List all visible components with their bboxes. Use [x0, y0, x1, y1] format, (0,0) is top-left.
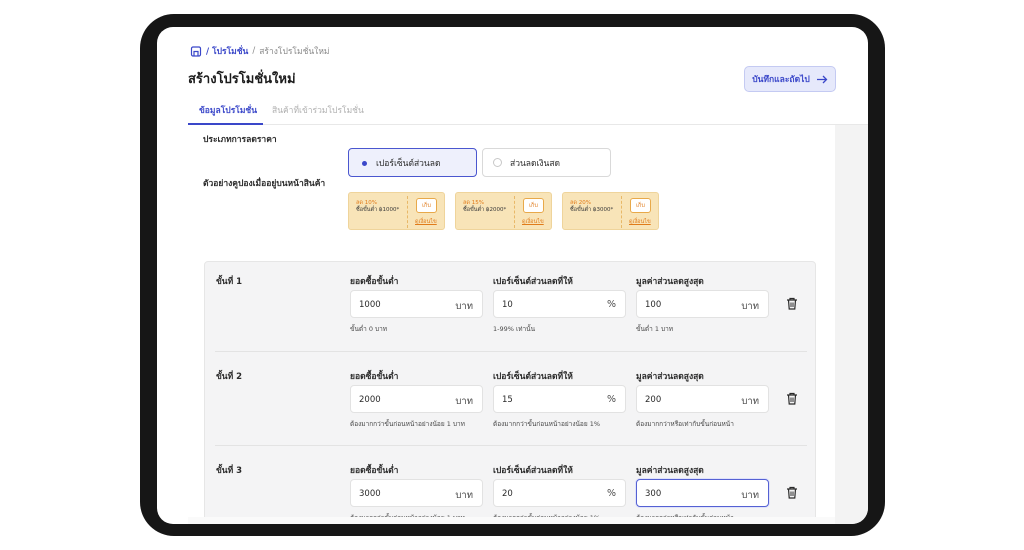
- breadcrumb: / โปรโมชั่น / สร้างโปรโมชั่นใหม่: [190, 44, 330, 58]
- radio-cash-discount[interactable]: ส่วนลดเงินสด: [482, 148, 611, 177]
- page-title: สร้างโปรโมชั่นใหม่: [188, 72, 296, 87]
- coupon-preview-label: ตัวอย่างคูปองเมื่ออยู่บนหน้าสินค้า: [203, 179, 326, 189]
- min-spend-input[interactable]: 1000 บาท: [350, 290, 483, 318]
- coupon-perforation: [514, 196, 515, 228]
- tier-row: ขั้นที่ 3 ยอดซื้อขั้นต่ำ 3000 บาท ต้องมา…: [205, 451, 817, 524]
- min-spend-hint: ต้องมากกว่าขั้นก่อนหน้าอย่างน้อย 1 บาท: [350, 420, 465, 428]
- percent-unit: %: [606, 488, 616, 499]
- radio-percent-discount[interactable]: เปอร์เซ็นต์ส่วนลด: [348, 148, 477, 177]
- min-spend-label: ยอดซื้อขั้นต่ำ: [350, 466, 399, 476]
- min-spend-value: 1000: [359, 300, 381, 310]
- radio-cash-label: ส่วนลดเงินสด: [510, 158, 561, 169]
- coupon-terms-link: ดูเงื่อนไข: [522, 219, 544, 225]
- save-button-label: บันทึกและถัดไป: [752, 75, 810, 85]
- form-content: ประเภทการลดราคา เปอร์เซ็นต์ส่วนลด ส่วนลด…: [188, 125, 835, 524]
- discount-percent-hint: ต้องมากกว่าขั้นก่อนหน้าอย่างน้อย 1%: [493, 420, 601, 428]
- tier-row: ขั้นที่ 1 ยอดซื้อขั้นต่ำ 1000 บาท ขั้นต่…: [205, 262, 817, 357]
- discount-type-label: ประเภทการลดราคา: [203, 135, 277, 145]
- min-spend-input[interactable]: 2000 บาท: [350, 385, 483, 413]
- coupon-terms-link: ดูเงื่อนไข: [415, 219, 437, 225]
- coupon-keep-button: เก็บ: [630, 198, 651, 213]
- coupon-keep-button: เก็บ: [416, 198, 437, 213]
- tier-divider: [215, 445, 807, 446]
- tier-label: ขั้นที่ 3: [216, 466, 243, 476]
- discount-percent-label: เปอร์เซ็นต์ส่วนลดที่ให้: [493, 372, 573, 382]
- discount-percent-input[interactable]: 10 %: [493, 290, 626, 318]
- coupon-keep-button: เก็บ: [523, 198, 544, 213]
- baht-unit: บาท: [741, 396, 759, 407]
- breadcrumb-separator: /: [252, 46, 256, 56]
- percent-unit: %: [606, 299, 616, 310]
- trash-icon[interactable]: [786, 297, 798, 310]
- coupon-min-spend: ซื้อขั้นต่ำ ฿1000*: [356, 207, 400, 213]
- save-and-next-button[interactable]: บันทึกและถัดไป: [744, 66, 836, 92]
- max-discount-label: มูลค่าส่วนลดสูงสุด: [636, 372, 704, 382]
- tier-row: ขั้นที่ 2 ยอดซื้อขั้นต่ำ 2000 บาท ต้องมา…: [205, 357, 817, 452]
- max-discount-label: มูลค่าส่วนลดสูงสุด: [636, 277, 704, 287]
- baht-unit: บาท: [455, 490, 473, 501]
- discount-percent-hint: 1-99% เท่านั้น: [493, 325, 536, 333]
- breadcrumb-current: สร้างโปรโมชั่นใหม่: [259, 47, 330, 57]
- store-icon[interactable]: [190, 45, 202, 57]
- coupon-card: ลด 10% ซื้อขั้นต่ำ ฿1000* เก็บ ดูเงื่อนไ…: [348, 192, 445, 230]
- tab-participating-products[interactable]: สินค้าที่เข้าร่วมโปรโมชั่น: [272, 104, 364, 125]
- discount-percent-value: 10: [502, 300, 513, 310]
- coupon-min-spend: ซื้อขั้นต่ำ ฿3000*: [570, 207, 614, 213]
- discount-percent-value: 15: [502, 395, 513, 405]
- coupon-card: ลด 20% ซื้อขั้นต่ำ ฿3000* เก็บ ดูเงื่อนไ…: [562, 192, 659, 230]
- max-discount-value: 200: [645, 395, 662, 405]
- max-discount-input[interactable]: 200 บาท: [636, 385, 769, 413]
- discount-percent-input[interactable]: 15 %: [493, 385, 626, 413]
- min-spend-input[interactable]: 3000 บาท: [350, 479, 483, 507]
- tier-label: ขั้นที่ 2: [216, 372, 243, 382]
- content-bottom-edge: [188, 517, 835, 524]
- breadcrumb-link-promotions[interactable]: / โปรโมชั่น: [206, 44, 248, 58]
- baht-unit: บาท: [741, 301, 759, 312]
- trash-icon[interactable]: [786, 486, 798, 499]
- max-discount-hint: ขั้นต่ำ 1 บาท: [636, 325, 674, 333]
- app-screen: / โปรโมชั่น / สร้างโปรโมชั่นใหม่ สร้างโป…: [157, 27, 868, 524]
- tier-divider: [215, 351, 807, 352]
- max-discount-input[interactable]: 100 บาท: [636, 290, 769, 318]
- min-spend-label: ยอดซื้อขั้นต่ำ: [350, 372, 399, 382]
- tablet-frame: / โปรโมชั่น / สร้างโปรโมชั่นใหม่ สร้างโป…: [140, 14, 885, 536]
- discount-percent-label: เปอร์เซ็นต์ส่วนลดที่ให้: [493, 466, 573, 476]
- tier-label: ขั้นที่ 1: [216, 277, 243, 287]
- max-discount-input[interactable]: 300 บาท: [636, 479, 769, 507]
- arrow-right-icon: [816, 75, 828, 83]
- baht-unit: บาท: [455, 301, 473, 312]
- tab-bar: ข้อมูลโปรโมชั่น สินค้าที่เข้าร่วมโปรโมชั…: [188, 104, 868, 125]
- trash-icon[interactable]: [786, 392, 798, 405]
- coupon-perforation: [407, 196, 408, 228]
- coupon-perforation: [621, 196, 622, 228]
- tab-promotion-info[interactable]: ข้อมูลโปรโมชั่น: [188, 104, 263, 125]
- tier-panel: ขั้นที่ 1 ยอดซื้อขั้นต่ำ 1000 บาท ขั้นต่…: [204, 261, 816, 524]
- min-spend-value: 2000: [359, 395, 381, 405]
- min-spend-hint: ขั้นต่ำ 0 บาท: [350, 325, 388, 333]
- radio-percent-label: เปอร์เซ็นต์ส่วนลด: [376, 158, 441, 169]
- discount-percent-input[interactable]: 20 %: [493, 479, 626, 507]
- max-discount-label: มูลค่าส่วนลดสูงสุด: [636, 466, 704, 476]
- coupon-min-spend: ซื้อขั้นต่ำ ฿2000*: [463, 207, 507, 213]
- radio-checked-icon: [359, 158, 368, 167]
- baht-unit: บาท: [741, 490, 759, 501]
- coupon-terms-link: ดูเงื่อนไข: [629, 219, 651, 225]
- min-spend-value: 3000: [359, 489, 381, 499]
- discount-percent-value: 20: [502, 489, 513, 499]
- radio-unchecked-icon: [493, 158, 502, 167]
- max-discount-hint: ต้องมากกว่าหรือเท่ากับขั้นก่อนหน้า: [636, 420, 734, 428]
- min-spend-label: ยอดซื้อขั้นต่ำ: [350, 277, 399, 287]
- max-discount-value: 100: [645, 300, 662, 310]
- coupon-card: ลด 15% ซื้อขั้นต่ำ ฿2000* เก็บ ดูเงื่อนไ…: [455, 192, 552, 230]
- baht-unit: บาท: [455, 396, 473, 407]
- discount-percent-label: เปอร์เซ็นต์ส่วนลดที่ให้: [493, 277, 573, 287]
- percent-unit: %: [606, 394, 616, 405]
- max-discount-value: 300: [645, 489, 662, 499]
- scroll-gutter: [835, 125, 868, 524]
